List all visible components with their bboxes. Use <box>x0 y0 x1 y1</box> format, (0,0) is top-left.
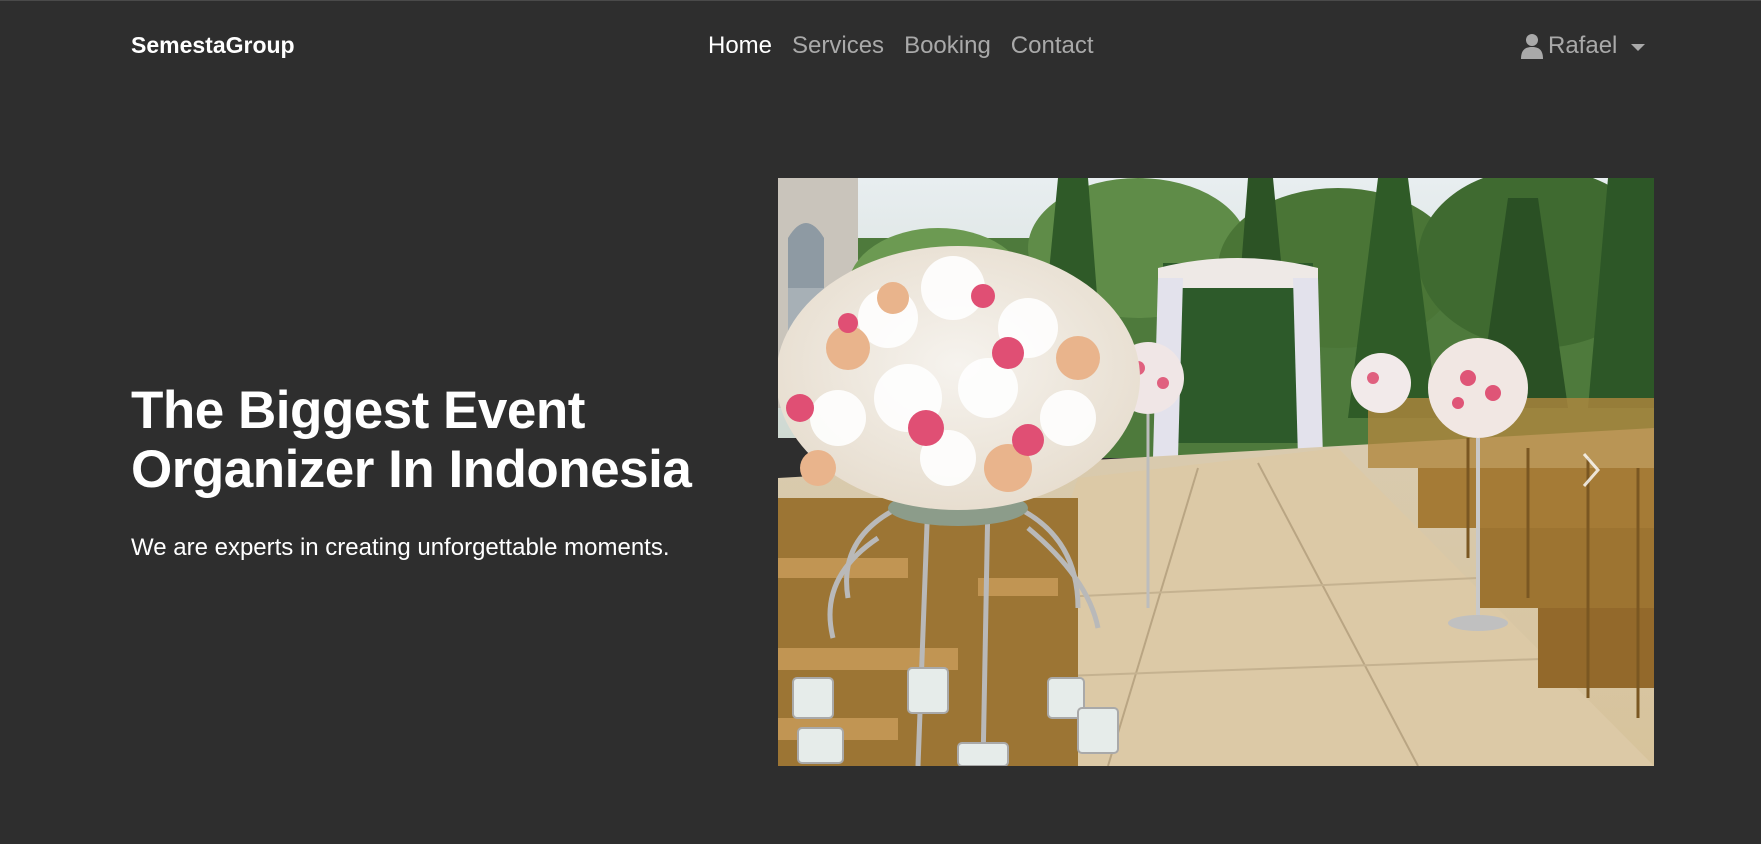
nav-link-home[interactable]: Home <box>708 31 782 61</box>
wedding-aisle-flowers-photo <box>778 178 1654 766</box>
hero-title-line-2: Organizer In Indonesia <box>131 440 692 499</box>
nav-link-services[interactable]: Services <box>782 31 894 61</box>
hero-title: The Biggest Event Organizer In Indonesia <box>131 381 751 499</box>
caret-down-icon <box>1631 43 1646 51</box>
hero-subtitle: We are experts in creating unforgettable… <box>131 534 670 561</box>
brand-logo[interactable]: SemestaGroup <box>131 32 295 59</box>
page: SemestaGroup Home Services Booking Conta… <box>0 0 1761 844</box>
user-dropdown[interactable]: Rafael <box>1521 31 1646 61</box>
person-icon <box>1521 34 1543 59</box>
chevron-right-icon[interactable] <box>1578 450 1604 490</box>
nav-link-booking[interactable]: Booking <box>894 31 1001 61</box>
user-name: Rafael <box>1548 32 1618 59</box>
hero-carousel <box>778 178 1654 766</box>
hero-title-line-1: The Biggest Event <box>131 381 585 440</box>
nav-link-contact[interactable]: Contact <box>1001 31 1104 61</box>
main-nav: Home Services Booking Contact <box>708 31 1104 61</box>
